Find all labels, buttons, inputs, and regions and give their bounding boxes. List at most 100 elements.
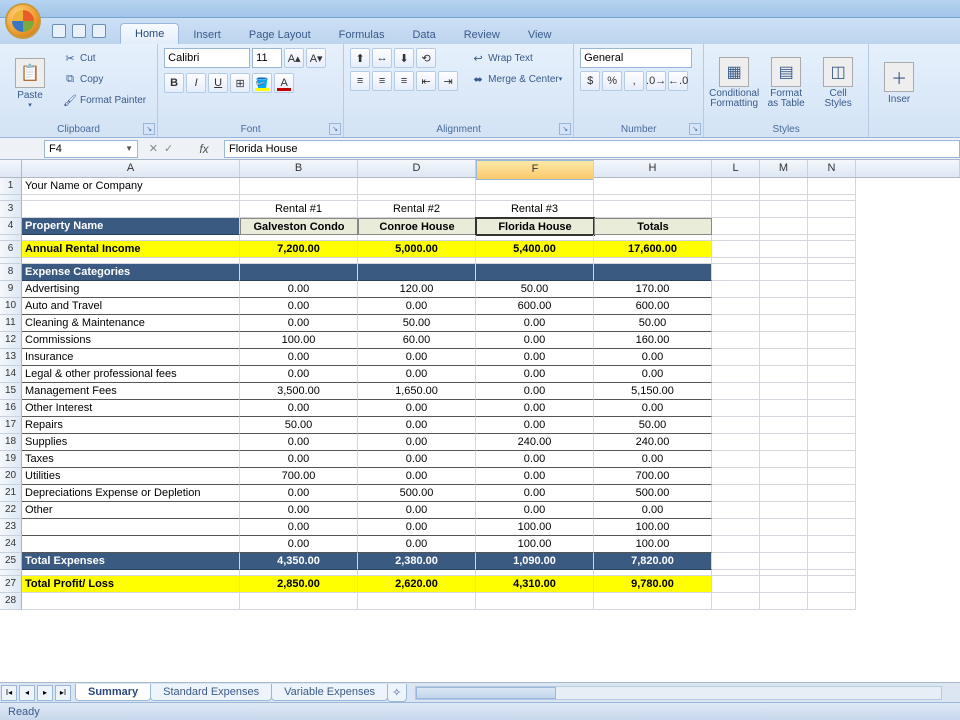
copy-button[interactable]: ⧉Copy	[58, 69, 151, 89]
cell-B6[interactable]: 7,200.00	[240, 241, 358, 258]
cell-N27[interactable]	[808, 576, 856, 593]
row-header-20[interactable]: 20	[0, 468, 22, 485]
cell-H11[interactable]: 50.00	[594, 315, 712, 332]
wrap-text-button[interactable]: ↩Wrap Text	[466, 48, 567, 68]
cell-L12[interactable]	[712, 332, 760, 349]
row-header-16[interactable]: 16	[0, 400, 22, 417]
cell-A3[interactable]	[22, 201, 240, 218]
border-button[interactable]: ⊞	[230, 73, 250, 93]
cell-L9[interactable]	[712, 281, 760, 298]
cell-M25[interactable]	[760, 553, 808, 570]
sheet-tab-standard-expenses[interactable]: Standard Expenses	[150, 684, 272, 701]
cell-D15[interactable]: 1,650.00	[358, 383, 476, 400]
cell-M19[interactable]	[760, 451, 808, 468]
cell-F12[interactable]: 0.00	[476, 332, 594, 349]
cell-L3[interactable]	[712, 201, 760, 218]
cell-B8[interactable]	[240, 264, 358, 281]
cell-F8[interactable]	[476, 264, 594, 281]
cell-A17[interactable]: Repairs	[22, 417, 240, 434]
cell-L28[interactable]	[712, 593, 760, 610]
cell-H20[interactable]: 700.00	[594, 468, 712, 485]
cell-F15[interactable]: 0.00	[476, 383, 594, 400]
bold-button[interactable]: B	[164, 73, 184, 93]
cell-F11[interactable]: 0.00	[476, 315, 594, 332]
row-header-1[interactable]: 1	[0, 178, 22, 195]
cell-H10[interactable]: 600.00	[594, 298, 712, 315]
cell-N18[interactable]	[808, 434, 856, 451]
cell-F20[interactable]: 0.00	[476, 468, 594, 485]
cell-M27[interactable]	[760, 576, 808, 593]
cell-B13[interactable]: 0.00	[240, 349, 358, 366]
cell-N22[interactable]	[808, 502, 856, 519]
cell-A19[interactable]: Taxes	[22, 451, 240, 468]
clipboard-launcher-icon[interactable]: ↘	[143, 123, 155, 135]
tab-nav-last-icon[interactable]: ▸I	[55, 685, 71, 701]
cell-A11[interactable]: Cleaning & Maintenance	[22, 315, 240, 332]
cell-A12[interactable]: Commissions	[22, 332, 240, 349]
cut-button[interactable]: ✂Cut	[58, 48, 151, 68]
column-header-B[interactable]: B	[240, 160, 358, 177]
cell-H18[interactable]: 240.00	[594, 434, 712, 451]
select-all-corner[interactable]	[0, 160, 22, 177]
cell-N16[interactable]	[808, 400, 856, 417]
cell-H13[interactable]: 0.00	[594, 349, 712, 366]
cell-styles-button[interactable]: ◫Cell Styles	[814, 48, 862, 118]
cell-L20[interactable]	[712, 468, 760, 485]
cell-D3[interactable]: Rental #2	[358, 201, 476, 218]
column-header-D[interactable]: D	[358, 160, 476, 177]
cell-N10[interactable]	[808, 298, 856, 315]
cell-F3[interactable]: Rental #3	[476, 201, 594, 218]
sheet-tab-variable-expenses[interactable]: Variable Expenses	[271, 684, 388, 701]
cell-H1[interactable]	[594, 178, 712, 195]
cell-M17[interactable]	[760, 417, 808, 434]
align-right-button[interactable]: ≡	[394, 71, 414, 91]
decrease-decimal-button[interactable]: ←.0	[668, 71, 688, 91]
increase-indent-button[interactable]: ⇥	[438, 71, 458, 91]
cell-M4[interactable]	[760, 218, 808, 235]
cell-L16[interactable]	[712, 400, 760, 417]
cell-L18[interactable]	[712, 434, 760, 451]
cell-M21[interactable]	[760, 485, 808, 502]
horizontal-scrollbar[interactable]	[415, 686, 942, 700]
cell-L10[interactable]	[712, 298, 760, 315]
cell-D10[interactable]: 0.00	[358, 298, 476, 315]
align-center-button[interactable]: ≡	[372, 71, 392, 91]
cell-A1[interactable]: Your Name or Company	[22, 178, 240, 195]
cell-N8[interactable]	[808, 264, 856, 281]
cell-H12[interactable]: 160.00	[594, 332, 712, 349]
row-header-22[interactable]: 22	[0, 502, 22, 519]
name-box[interactable]: F4▼	[44, 140, 138, 158]
cell-L1[interactable]	[712, 178, 760, 195]
cell-B25[interactable]: 4,350.00	[240, 553, 358, 570]
cell-L13[interactable]	[712, 349, 760, 366]
cell-F27[interactable]: 4,310.00	[476, 576, 594, 593]
cell-D6[interactable]: 5,000.00	[358, 241, 476, 258]
cell-N1[interactable]	[808, 178, 856, 195]
cell-D16[interactable]: 0.00	[358, 400, 476, 417]
tab-data[interactable]: Data	[398, 25, 449, 44]
cell-H15[interactable]: 5,150.00	[594, 383, 712, 400]
merge-center-button[interactable]: ⬌Merge & Center ▾	[466, 69, 567, 89]
cell-H21[interactable]: 500.00	[594, 485, 712, 502]
cell-M18[interactable]	[760, 434, 808, 451]
cell-A20[interactable]: Utilities	[22, 468, 240, 485]
insert-cells-button[interactable]: ＋Inser	[875, 48, 923, 118]
cell-M3[interactable]	[760, 201, 808, 218]
format-as-table-button[interactable]: ▤Format as Table	[762, 48, 810, 118]
cell-N14[interactable]	[808, 366, 856, 383]
accept-fx-icon[interactable]: ✓	[164, 142, 173, 155]
tab-page-layout[interactable]: Page Layout	[235, 25, 325, 44]
cell-H3[interactable]	[594, 201, 712, 218]
spreadsheet-grid[interactable]: ABDFHLMN 1346891011121314151617181920212…	[0, 160, 960, 682]
cell-A9[interactable]: Advertising	[22, 281, 240, 298]
cell-N19[interactable]	[808, 451, 856, 468]
cell-A8[interactable]: Expense Categories	[22, 264, 240, 281]
cell-H24[interactable]: 100.00	[594, 536, 712, 553]
row-header-11[interactable]: 11	[0, 315, 22, 332]
number-format-select[interactable]	[580, 48, 692, 68]
cell-N9[interactable]	[808, 281, 856, 298]
row-header-19[interactable]: 19	[0, 451, 22, 468]
row-header-23[interactable]: 23	[0, 519, 22, 536]
cell-N3[interactable]	[808, 201, 856, 218]
row-header-25[interactable]: 25	[0, 553, 22, 570]
